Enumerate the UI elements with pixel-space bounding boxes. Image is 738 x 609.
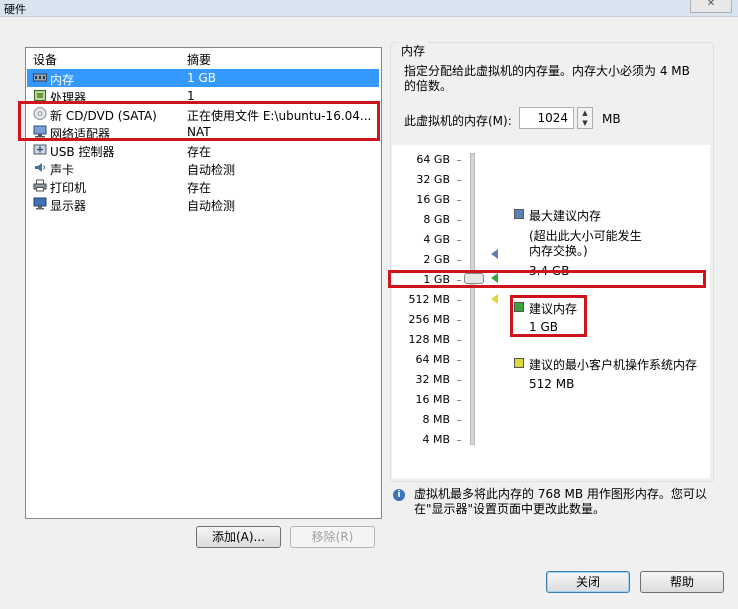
- min-legend-swatch: [514, 358, 524, 368]
- device-summary: 存在: [187, 181, 212, 195]
- scale-label: 16 MB: [415, 393, 450, 406]
- scale-label: 32 MB: [415, 373, 450, 386]
- device-column-header[interactable]: 设备: [33, 51, 57, 68]
- window-title: 硬件: [4, 3, 26, 16]
- device-list-header: 设备 摘要: [26, 48, 381, 68]
- printer-icon: [33, 179, 47, 192]
- memory-group-label: 内存: [398, 42, 429, 59]
- help-button[interactable]: 帮助: [640, 571, 724, 593]
- device-summary: 自动检测: [187, 163, 236, 177]
- close-button[interactable]: 关闭: [546, 571, 630, 593]
- scale-tick: [457, 420, 461, 421]
- device-name: 显示器: [50, 199, 87, 213]
- scale-label: 4 MB: [422, 433, 450, 446]
- scale-tick: [457, 300, 461, 301]
- device-summary: 1 GB: [187, 71, 216, 85]
- add-device-button[interactable]: 添加(A)...: [196, 526, 281, 548]
- scale-label: 64 MB: [415, 353, 450, 366]
- device-summary: 自动检测: [187, 199, 236, 213]
- scale-label: 64 GB: [416, 153, 450, 166]
- info-icon: i: [393, 489, 405, 501]
- min-recommended-title: 建议的最小客户机操作系统内存: [529, 358, 698, 372]
- scale-label: 16 GB: [416, 193, 450, 206]
- max-recommended-marker-icon: [491, 249, 498, 259]
- device-row-usb-controller[interactable]: USB 控制器 存在: [27, 141, 379, 159]
- display-icon: [33, 197, 47, 210]
- spin-up-icon[interactable]: ▲: [578, 108, 592, 118]
- max-recommended-title: 最大建议内存: [529, 209, 602, 223]
- scale-tick: [457, 220, 461, 221]
- graphics-memory-note: 虚拟机最多将此内存的 768 MB 用作图形内存。您可以在"显示器"设置页面中更…: [414, 487, 707, 516]
- max-legend-swatch: [514, 209, 524, 219]
- device-row-sound-card[interactable]: 声卡 自动检测: [27, 159, 379, 177]
- scale-label: 8 GB: [423, 213, 450, 226]
- usb-icon: [33, 144, 47, 155]
- memory-icon: [33, 73, 47, 82]
- scale-tick: [457, 160, 461, 161]
- device-name: 内存: [50, 73, 75, 87]
- summary-column-header[interactable]: 摘要: [187, 51, 211, 68]
- memory-slider-track[interactable]: [470, 153, 475, 445]
- scale-tick: [457, 340, 461, 341]
- spin-down-icon[interactable]: ▼: [578, 118, 592, 128]
- sound-icon: [35, 163, 45, 172]
- min-recommended-value: 512 MB: [529, 377, 575, 391]
- scale-tick: [457, 400, 461, 401]
- scale-label: 128 MB: [408, 333, 450, 346]
- scale-label: 256 MB: [408, 313, 450, 326]
- remove-device-button[interactable]: 移除(R): [290, 526, 375, 548]
- scale-tick: [457, 200, 461, 201]
- scale-label: 4 GB: [423, 233, 450, 246]
- device-summary: 存在: [187, 145, 212, 159]
- scale-tick: [457, 360, 461, 361]
- memory-size-spinner[interactable]: ▲ ▼: [577, 107, 593, 129]
- memory-size-input[interactable]: 1024: [519, 107, 574, 129]
- device-name: 打印机: [50, 181, 87, 195]
- scale-tick: [457, 240, 461, 241]
- scale-tick: [457, 440, 461, 441]
- scale-label: 512 MB: [408, 293, 450, 306]
- scale-label: 2 GB: [423, 253, 450, 266]
- highlight-box-recommended: [510, 295, 587, 337]
- device-row-memory[interactable]: 内存 1 GB: [27, 69, 379, 87]
- device-name: 声卡: [50, 163, 75, 177]
- scale-label: 32 GB: [416, 173, 450, 186]
- scale-tick: [457, 320, 461, 321]
- memory-size-label: 此虚拟机的内存(M):: [404, 114, 512, 128]
- scale-tick: [457, 380, 461, 381]
- min-recommended-marker-icon: [491, 294, 498, 304]
- scale-tick: [457, 260, 461, 261]
- highlight-box-cd-dvd: [18, 101, 380, 141]
- close-icon[interactable]: ✕: [690, 0, 732, 13]
- device-row-display[interactable]: 显示器 自动检测: [27, 195, 379, 213]
- scale-label: 8 MB: [422, 413, 450, 426]
- memory-description: 指定分配给此虚拟机的内存量。内存大小必须为 4 MB 的倍数。: [404, 64, 690, 93]
- title-bar: 硬件 ✕: [0, 0, 738, 17]
- memory-size-unit: MB: [602, 112, 621, 126]
- device-name: USB 控制器: [50, 145, 115, 159]
- max-recommended-note: (超出此大小可能发生内存交换。): [529, 229, 642, 258]
- scale-tick: [457, 180, 461, 181]
- highlight-box-slider: [388, 270, 706, 288]
- device-row-printer[interactable]: 打印机 存在: [27, 177, 379, 195]
